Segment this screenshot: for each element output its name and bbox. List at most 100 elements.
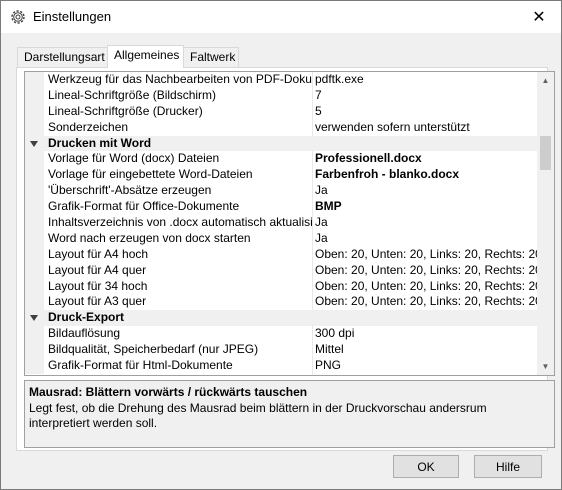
column-divider xyxy=(312,326,313,343)
property-label: Vorlage für eingebettete Word-Dateien xyxy=(48,167,253,182)
property-value[interactable]: Professionell.docx xyxy=(315,151,537,167)
property-row[interactable]: Layout für A4 quer Oben: 20, Unten: 20, L… xyxy=(25,262,537,279)
tab-faltwerk[interactable]: Faltwerk xyxy=(183,47,239,67)
property-value[interactable]: verwenden sofern unterstützt xyxy=(315,120,537,136)
row-gutter xyxy=(25,72,44,88)
property-row[interactable]: Layout für A3 quer Oben: 20, Unten: 20, L… xyxy=(25,294,537,311)
property-row[interactable]: Werkzeug für das Nachbearbeiten von PDF-… xyxy=(25,72,537,88)
property-value[interactable]: Ja xyxy=(315,215,537,231)
property-value[interactable]: PNG xyxy=(315,358,537,374)
property-label: Grafik-Format für Office-Dokumente xyxy=(48,199,240,214)
category-label: Drucken mit Word xyxy=(48,135,152,150)
row-gutter xyxy=(25,183,44,200)
help-button[interactable]: Hilfe xyxy=(474,455,542,478)
property-value[interactable]: Oben: 20, Unten: 20, Links: 20, Rechts: … xyxy=(315,294,537,310)
property-label: Bildqualität, Speicherbedarf (nur JPEG) xyxy=(48,342,259,357)
property-row[interactable]: Sonderzeichen verwenden sofern unterstütz… xyxy=(25,119,537,136)
category-label: Druck-Export xyxy=(48,310,125,325)
collapse-icon[interactable] xyxy=(30,315,38,322)
scroll-up-icon[interactable]: ▲ xyxy=(537,72,554,89)
property-label: Layout für A4 hoch xyxy=(48,246,149,261)
title-bar: Einstellungen ✕ xyxy=(1,1,561,33)
column-divider xyxy=(312,358,313,374)
row-gutter xyxy=(25,326,44,343)
tab-darstellungsart[interactable]: Darstellungsart xyxy=(17,47,109,67)
property-row[interactable]: Bildqualität, Speicherbedarf (nur JPEG) M… xyxy=(25,342,537,359)
property-row[interactable]: Vorlage für Word (docx) Dateien Professio… xyxy=(25,151,537,168)
row-gutter xyxy=(25,119,44,136)
property-rows: Werkzeug für das Nachbearbeiten von PDF-… xyxy=(25,72,537,374)
row-gutter xyxy=(25,262,44,279)
column-divider xyxy=(312,246,313,263)
column-divider xyxy=(312,262,313,279)
property-row[interactable]: Inhaltsverzeichnis von .docx automatisch… xyxy=(25,215,537,231)
column-divider xyxy=(312,151,313,168)
row-gutter xyxy=(25,199,44,216)
row-gutter xyxy=(25,246,44,263)
property-label: Lineal-Schriftgröße (Drucker) xyxy=(48,103,203,118)
column-divider xyxy=(312,119,313,136)
collapse-icon[interactable] xyxy=(30,140,38,147)
property-value[interactable]: Oben: 20, Unten: 20, Links: 20, Rechts: … xyxy=(315,247,537,263)
scroll-down-icon[interactable]: ▼ xyxy=(537,358,554,375)
property-label: Grafik-Format für Html-Dokumente xyxy=(48,358,233,373)
tab-panel-allgemeines: Werkzeug für das Nachbearbeiten von PDF-… xyxy=(16,67,555,451)
property-row[interactable]: Bildauflösung 300 dpi xyxy=(25,326,537,343)
row-gutter xyxy=(25,342,44,359)
ok-button[interactable]: OK xyxy=(393,455,459,478)
row-gutter xyxy=(25,151,44,168)
property-label: Sonderzeichen xyxy=(48,119,129,134)
property-label: Vorlage für Word (docx) Dateien xyxy=(48,151,220,166)
column-divider xyxy=(312,215,313,231)
property-value[interactable]: Farbenfroh - blanko.docx xyxy=(315,167,537,183)
description-title: Mausrad: Blättern vorwärts / rückwärts t… xyxy=(29,385,308,399)
category-row[interactable]: Drucken mit Word xyxy=(25,135,537,152)
column-divider xyxy=(312,103,313,120)
property-value[interactable]: 5 xyxy=(315,104,537,120)
description-text: Legt fest, ob die Drehung des Mausrad be… xyxy=(29,401,487,430)
property-label: Layout für 34 hoch xyxy=(48,278,148,293)
vertical-scrollbar[interactable]: ▲ ▼ xyxy=(537,72,554,375)
category-row[interactable]: Druck-Export xyxy=(25,310,537,327)
property-row[interactable]: Vorlage für eingebettete Word-Dateien Far… xyxy=(25,167,537,184)
property-value[interactable]: pdftk.exe xyxy=(315,72,537,88)
window-title: Einstellungen xyxy=(33,9,112,24)
column-divider xyxy=(312,199,313,216)
property-value[interactable]: BMP xyxy=(315,199,537,215)
property-value[interactable]: Ja xyxy=(315,231,537,247)
property-row[interactable]: Word nach erzeugen von docx starten Ja xyxy=(25,230,537,247)
property-value[interactable]: Oben: 20, Unten: 20, Links: 20, Rechts: … xyxy=(315,279,537,295)
property-label: Lineal-Schriftgröße (Bildschirm) xyxy=(48,87,217,102)
row-gutter xyxy=(25,103,44,120)
property-label: Bildauflösung xyxy=(48,326,121,341)
description-panel: Mausrad: Blättern vorwärts / rückwärts t… xyxy=(24,380,555,448)
property-row[interactable]: Layout für 34 hoch Oben: 20, Unten: 20, L… xyxy=(25,278,537,295)
property-row[interactable]: Layout für A4 hoch Oben: 20, Unten: 20, L… xyxy=(25,246,537,263)
scroll-thumb[interactable] xyxy=(540,136,551,170)
property-value[interactable]: Oben: 20, Unten: 20, Links: 20, Rechts: … xyxy=(315,263,537,279)
close-button[interactable]: ✕ xyxy=(517,1,561,33)
property-value[interactable]: 7 xyxy=(315,88,537,104)
property-label: Layout für A4 quer xyxy=(48,262,147,277)
property-row[interactable]: Lineal-Schriftgröße (Drucker) 5 xyxy=(25,103,537,120)
row-gutter xyxy=(25,278,44,295)
row-gutter xyxy=(25,167,44,184)
property-value[interactable]: Mittel xyxy=(315,342,537,358)
property-grid[interactable]: Werkzeug für das Nachbearbeiten von PDF-… xyxy=(24,71,555,376)
property-label: Werkzeug für das Nachbearbeiten von PDF-… xyxy=(48,72,313,86)
property-row[interactable]: Grafik-Format für Html-Dokumente PNG xyxy=(25,358,537,374)
column-divider xyxy=(312,342,313,359)
column-divider xyxy=(312,183,313,200)
property-value[interactable]: Ja xyxy=(315,183,537,199)
property-row[interactable]: Grafik-Format für Office-Dokumente BMP xyxy=(25,199,537,216)
property-value[interactable]: 300 dpi xyxy=(315,326,537,342)
column-divider xyxy=(312,278,313,295)
gear-icon xyxy=(11,10,25,24)
row-gutter xyxy=(25,358,44,374)
column-divider xyxy=(312,72,313,88)
property-row[interactable]: Lineal-Schriftgröße (Bildschirm) 7 xyxy=(25,87,537,104)
tab-allgemeines[interactable]: Allgemeines xyxy=(107,45,184,68)
row-gutter xyxy=(25,87,44,104)
column-divider xyxy=(312,87,313,104)
property-row[interactable]: 'Überschrift'-Absätze erzeugen Ja xyxy=(25,183,537,200)
